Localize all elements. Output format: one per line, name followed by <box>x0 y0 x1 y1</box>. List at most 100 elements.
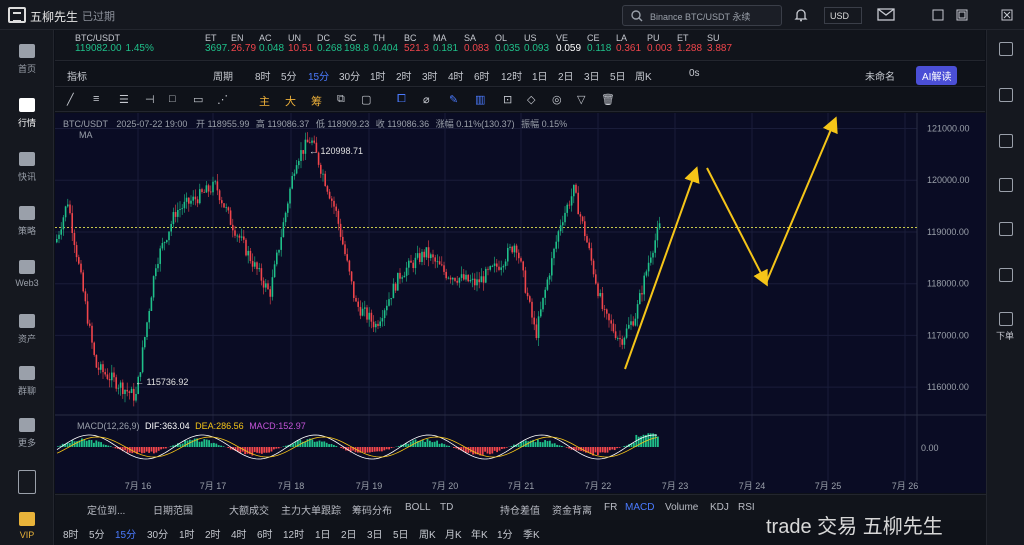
bottom-period-16[interactable]: 1分 <box>497 526 513 541</box>
bottom-period-8[interactable]: 12时 <box>283 526 304 541</box>
sidebar-item-strategy[interactable]: 策略 <box>0 206 54 237</box>
bars-icon[interactable]: ▥ <box>475 93 485 106</box>
period-2d[interactable]: 2日 <box>558 68 574 83</box>
sidebar-item-assets[interactable]: 资产 <box>0 314 54 345</box>
indicator-tab-1[interactable]: 日期范围 <box>153 502 193 517</box>
price-chart[interactable]: 121000.00 120000.00 119000.00 118000.00 1170… <box>55 113 986 493</box>
ray-icon[interactable]: ⊣ <box>145 93 155 106</box>
bottom-period-12[interactable]: 5日 <box>393 526 409 541</box>
ticker-4[interactable]: UN 10.51 <box>288 33 313 54</box>
mail-icon[interactable] <box>877 8 895 21</box>
document-icon[interactable] <box>999 88 1013 102</box>
sidebar-item-market[interactable]: 行情 <box>0 98 54 129</box>
period-3h[interactable]: 3时 <box>422 68 438 83</box>
settings-icon[interactable] <box>999 268 1013 282</box>
period-6h[interactable]: 6时 <box>474 68 490 83</box>
ticker-8[interactable]: BC 521.3 <box>404 33 429 54</box>
eraser-icon[interactable]: ◇ <box>527 93 535 106</box>
bottom-period-7[interactable]: 6时 <box>257 526 273 541</box>
indicator-tab-12[interactable]: KDJ <box>710 502 729 513</box>
period-week[interactable]: 周K <box>635 68 652 83</box>
list-icon[interactable] <box>999 222 1013 236</box>
minimize-icon[interactable] <box>932 9 944 21</box>
period-2h[interactable]: 2时 <box>396 68 412 83</box>
indicator-tab-3[interactable]: 主力大单跟踪 <box>281 502 341 517</box>
ticker-0[interactable]: BTC/USDT 119082.00 1.45% <box>75 33 154 54</box>
ticker-17[interactable]: ET 1.288 <box>677 33 702 54</box>
indicator-tab-2[interactable]: 大额成交 <box>229 502 269 517</box>
bottom-period-9[interactable]: 1日 <box>315 526 331 541</box>
bottom-period-0[interactable]: 8时 <box>63 526 79 541</box>
bottom-period-11[interactable]: 3日 <box>367 526 383 541</box>
ticker-15[interactable]: LA 0.361 <box>616 33 641 54</box>
period-4h[interactable]: 4时 <box>448 68 464 83</box>
indicator-tab-7[interactable]: 持仓差值 <box>500 502 540 517</box>
period-1h[interactable]: 1时 <box>370 68 386 83</box>
order-label[interactable]: 下单 <box>996 329 1014 342</box>
indicator-tab-4[interactable]: 筹码分布 <box>352 502 392 517</box>
copy-icon[interactable]: ⧉ <box>337 93 345 106</box>
sidebar-item-news[interactable]: 快讯 <box>0 152 54 183</box>
ma-label[interactable]: MA <box>79 130 93 140</box>
indicator-tab-13[interactable]: RSI <box>738 502 755 513</box>
ai-interpret-button[interactable]: AI解读 <box>916 66 958 85</box>
bottom-period-6[interactable]: 4时 <box>231 526 247 541</box>
ticker-5[interactable]: DC 0.268 <box>317 33 342 54</box>
period-15m[interactable]: 15分 <box>308 68 329 83</box>
indicator-tab-11[interactable]: Volume <box>665 502 698 513</box>
chip-dist-button[interactable]: 筹 <box>311 93 322 109</box>
ticker-1[interactable]: ET 3697. <box>205 33 230 54</box>
maximize-icon[interactable] <box>956 9 968 21</box>
period-12h[interactable]: 12时 <box>501 68 522 83</box>
layout-icon[interactable] <box>999 42 1013 56</box>
sidebar-item-home[interactable]: 首页 <box>0 44 54 75</box>
bottom-period-5[interactable]: 2时 <box>205 526 221 541</box>
indicator-button[interactable]: 指标 <box>67 68 87 83</box>
ruler-icon[interactable]: ▭ <box>193 93 203 106</box>
hide-icon[interactable]: ◎ <box>552 93 562 106</box>
ticker-11[interactable]: OL 0.035 <box>495 33 520 54</box>
filter-icon[interactable]: ▽ <box>577 93 585 106</box>
ticker-18[interactable]: SU 3.887 <box>707 33 732 54</box>
ticker-13[interactable]: VE 0.059 <box>556 33 581 54</box>
rect-icon[interactable]: □ <box>169 93 176 105</box>
bottom-period-13[interactable]: 周K <box>419 526 436 541</box>
indicator-tab-8[interactable]: 资金背离 <box>552 502 592 517</box>
bottom-period-14[interactable]: 月K <box>445 526 462 541</box>
indicator-tab-6[interactable]: TD <box>440 502 453 513</box>
sidebar-item-vip[interactable]: VIP <box>0 512 54 540</box>
search-input[interactable]: Binance BTC/USDT 永续 <box>650 10 750 23</box>
hline-icon[interactable]: ≡ <box>93 93 99 105</box>
ticker-14[interactable]: CE 0.118 <box>587 33 611 54</box>
sidebar-item-chat[interactable]: 群聊 <box>0 366 54 397</box>
bottom-period-4[interactable]: 1时 <box>179 526 195 541</box>
period-1d[interactable]: 1日 <box>532 68 548 83</box>
main-chip-button[interactable]: 主 <box>259 93 270 109</box>
chart-icon[interactable] <box>999 178 1013 192</box>
fib-icon[interactable]: ⋰ <box>217 93 228 106</box>
ticker-10[interactable]: SA 0.083 <box>464 33 489 54</box>
sidebar-item-more[interactable]: 更多 <box>0 418 54 449</box>
trash-icon[interactable]: 🗑 <box>601 93 615 106</box>
period-8h[interactable]: 8时 <box>255 68 271 83</box>
chart-canvas[interactable]: 121000.00 120000.00 119000.00 118000.00 1170… <box>55 113 986 493</box>
period-3d[interactable]: 3日 <box>584 68 600 83</box>
ticker-6[interactable]: SC 198.8 <box>344 33 369 54</box>
close-icon[interactable] <box>1001 9 1013 21</box>
order-icon[interactable] <box>999 312 1013 326</box>
bottom-period-1[interactable]: 5分 <box>89 526 105 541</box>
calendar-icon[interactable] <box>999 134 1013 148</box>
indicator-tab-5[interactable]: BOLL <box>405 502 431 513</box>
ticker-3[interactable]: AC 0.048 <box>259 33 284 54</box>
period-30m[interactable]: 30分 <box>339 68 360 83</box>
bottom-period-10[interactable]: 2日 <box>341 526 357 541</box>
phone-icon[interactable] <box>18 470 36 494</box>
sidebar-item-web3[interactable]: Web3 <box>0 260 54 288</box>
ticker-16[interactable]: PU 0.003 <box>647 33 672 54</box>
indicator-tab-9[interactable]: FR <box>604 502 617 513</box>
link-icon[interactable]: ⌀ <box>423 93 430 106</box>
period-5d[interactable]: 5日 <box>610 68 626 83</box>
indicator-tab-10[interactable]: MACD <box>625 502 654 513</box>
bottom-period-3[interactable]: 30分 <box>147 526 168 541</box>
trendline-icon[interactable]: ╱ <box>67 93 74 106</box>
